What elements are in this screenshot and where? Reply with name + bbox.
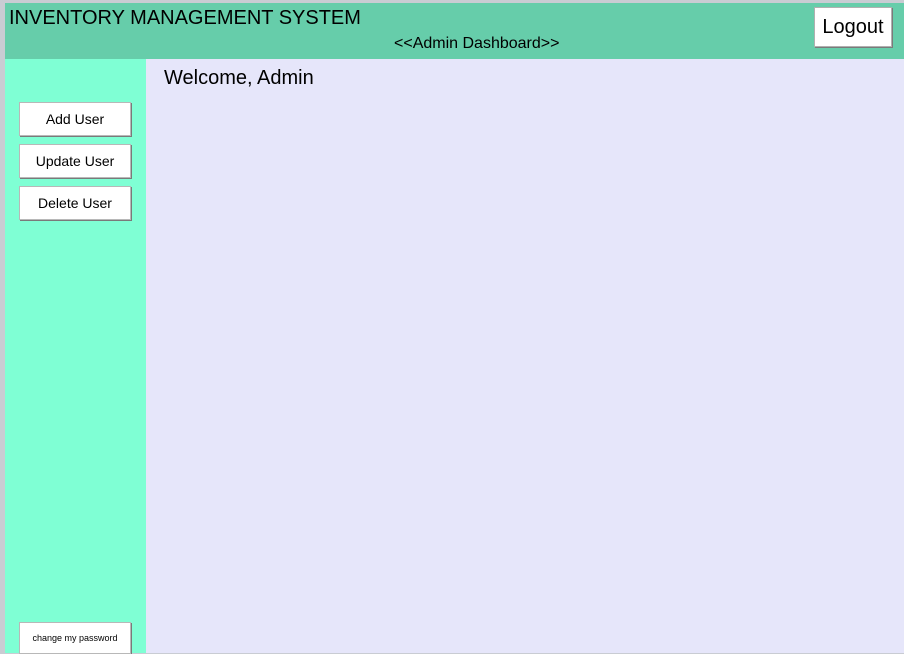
update-user-button[interactable]: Update User <box>19 144 131 178</box>
header-bar: INVENTORY MANAGEMENT SYSTEM <<Admin Dash… <box>5 3 904 59</box>
app-title: INVENTORY MANAGEMENT SYSTEM <box>9 7 361 29</box>
add-user-button[interactable]: Add User <box>19 102 131 136</box>
change-password-button[interactable]: change my password <box>19 622 131 654</box>
main-content: Welcome, Admin <box>146 59 904 653</box>
app-window: INVENTORY MANAGEMENT SYSTEM <<Admin Dash… <box>5 3 904 654</box>
dashboard-subtitle: <<Admin Dashboard>> <box>394 35 560 52</box>
delete-user-button[interactable]: Delete User <box>19 186 131 220</box>
welcome-message: Welcome, Admin <box>164 67 314 89</box>
logout-button[interactable]: Logout <box>814 7 892 47</box>
sidebar: Add User Update User Delete User change … <box>5 59 146 654</box>
